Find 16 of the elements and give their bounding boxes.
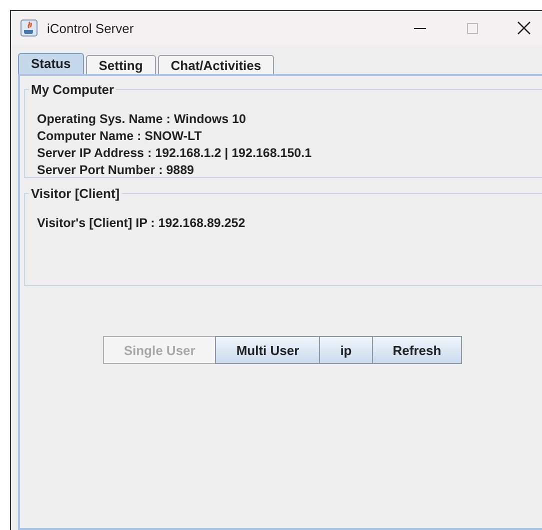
group-title: Visitor [Client] [30,186,121,201]
mode-button[interactable]: Multi User [215,336,320,364]
info-text: Operating Sys. Name : Windows 10 [37,111,247,128]
window-title: iControl Server [47,20,135,36]
tab[interactable]: Status [18,53,84,74]
info-text: Server IP Address : 192.168.1.2 | 192.168.150.1 [37,145,313,162]
mode-button[interactable]: Refresh [372,336,462,364]
info-text: Visitor's [Client] IP : 192.168.89.252 [37,215,246,232]
group-title: My Computer [30,82,116,97]
tab[interactable]: Setting [86,55,156,74]
mode-button[interactable]: ip [319,336,373,364]
tab[interactable]: Chat/Activities [158,55,274,74]
info-text: Computer Name : SNOW-LT [37,128,203,145]
close-icon[interactable] [517,21,531,35]
app-icon [20,19,38,37]
info-text: Server Port Number : 9889 [37,162,196,179]
